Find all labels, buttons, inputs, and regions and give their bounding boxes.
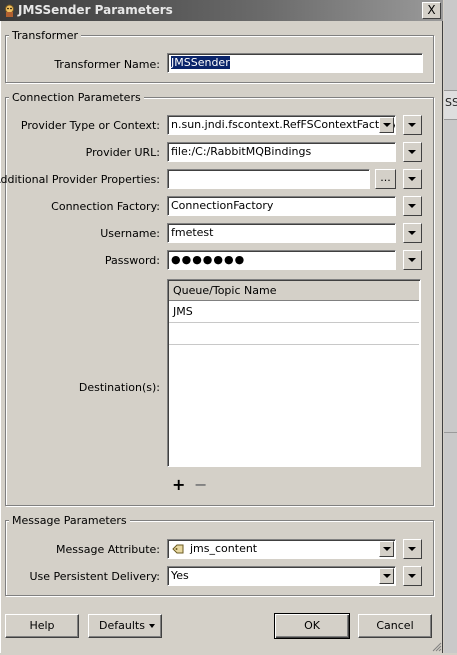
chevron-down-icon bbox=[408, 574, 416, 578]
chevron-down-icon bbox=[408, 177, 416, 181]
defaults-button[interactable]: Defaults bbox=[88, 614, 162, 638]
resize-grip-icon[interactable] bbox=[431, 641, 442, 652]
connection-factory-input[interactable]: ConnectionFactory bbox=[167, 196, 396, 216]
chevron-down-icon bbox=[383, 547, 391, 551]
persistent-delivery-label: Use Persistent Delivery: bbox=[29, 570, 160, 583]
transformer-name-input[interactable]: JMSSender bbox=[167, 53, 423, 73]
title-bar[interactable]: JMSSender Parameters bbox=[0, 0, 443, 21]
background-window-text: SS bbox=[445, 96, 457, 109]
provider-url-label: Provider URL: bbox=[85, 146, 160, 159]
chevron-down-icon bbox=[383, 574, 391, 578]
provider-type-options-button[interactable] bbox=[403, 115, 422, 135]
message-legend: Message Parameters bbox=[9, 514, 130, 527]
password-value: ●●●●●●● bbox=[171, 253, 246, 266]
transformer-name-label: Transformer Name: bbox=[54, 58, 160, 71]
persistent-delivery-dropdown-button[interactable] bbox=[379, 568, 394, 584]
destinations-label: Destination(s): bbox=[78, 381, 160, 394]
transformer-legend: Transformer bbox=[9, 29, 82, 42]
chevron-down-icon bbox=[408, 258, 416, 262]
provider-type-value: n.sun.jndi.fscontext.RefFSContextFactory bbox=[171, 118, 396, 131]
close-button[interactable]: X bbox=[422, 2, 441, 19]
chevron-down-icon bbox=[408, 204, 416, 208]
transformer-name-value: JMSSender bbox=[171, 56, 230, 69]
persistent-delivery-value: Yes bbox=[171, 569, 189, 582]
additional-properties-label: Additional Provider Properties: bbox=[0, 173, 160, 186]
window-title: JMSSender Parameters bbox=[18, 3, 173, 17]
chevron-down-icon bbox=[408, 547, 416, 551]
message-attribute-options-button[interactable] bbox=[403, 539, 422, 559]
ok-button[interactable]: OK bbox=[274, 613, 350, 639]
username-options-button[interactable] bbox=[403, 223, 422, 243]
username-value: fmetest bbox=[171, 226, 214, 239]
password-input[interactable]: ●●●●●●● bbox=[167, 250, 396, 270]
add-row-button[interactable]: + bbox=[172, 477, 185, 493]
message-attribute-dropdown-button[interactable] bbox=[379, 541, 394, 557]
provider-url-input[interactable]: file:/C:/RabbitMQBindings bbox=[167, 142, 396, 162]
password-options-button[interactable] bbox=[403, 250, 422, 270]
help-button[interactable]: Help bbox=[5, 614, 79, 638]
chevron-down-icon bbox=[383, 123, 391, 127]
provider-type-label: Provider Type or Context: bbox=[20, 119, 160, 132]
provider-url-options-button[interactable] bbox=[403, 142, 422, 162]
chevron-down-icon bbox=[408, 123, 416, 127]
username-input[interactable]: fmetest bbox=[167, 223, 396, 243]
chevron-down-icon bbox=[408, 150, 416, 154]
provider-type-combo[interactable]: n.sun.jndi.fscontext.RefFSContextFactory bbox=[167, 115, 396, 135]
message-attribute-combo[interactable]: jms_content bbox=[167, 539, 396, 559]
table-row[interactable] bbox=[169, 323, 419, 345]
persistent-delivery-options-button[interactable] bbox=[403, 566, 422, 586]
defaults-button-label: Defaults bbox=[99, 619, 145, 632]
attribute-tag-icon bbox=[172, 543, 184, 558]
cancel-button[interactable]: Cancel bbox=[358, 614, 432, 638]
provider-type-dropdown-button[interactable] bbox=[379, 117, 394, 133]
additional-properties-browse-button[interactable]: ... bbox=[375, 169, 396, 189]
connection-factory-value: ConnectionFactory bbox=[171, 199, 274, 212]
persistent-delivery-combo[interactable]: Yes bbox=[167, 566, 396, 586]
provider-url-value: file:/C:/RabbitMQBindings bbox=[171, 145, 312, 158]
remove-row-button[interactable]: − bbox=[194, 477, 207, 493]
background-window-divider bbox=[444, 432, 457, 433]
chevron-down-icon bbox=[149, 624, 155, 628]
message-attribute-value: jms_content bbox=[190, 542, 258, 555]
password-label: Password: bbox=[104, 254, 160, 267]
fme-app-icon bbox=[2, 3, 17, 18]
additional-properties-options-button[interactable] bbox=[403, 169, 422, 189]
connection-factory-options-button[interactable] bbox=[403, 196, 422, 216]
destinations-table[interactable]: Queue/Topic Name JMS bbox=[167, 279, 421, 467]
username-label: Username: bbox=[100, 227, 160, 240]
message-attribute-label: Message Attribute: bbox=[56, 543, 160, 556]
connection-factory-label: Connection Factory: bbox=[51, 200, 160, 213]
connection-legend: Connection Parameters bbox=[9, 91, 144, 104]
additional-properties-input[interactable] bbox=[167, 169, 370, 189]
table-row[interactable]: JMS bbox=[169, 301, 419, 323]
destinations-column-header[interactable]: Queue/Topic Name bbox=[169, 281, 419, 301]
chevron-down-icon bbox=[408, 231, 416, 235]
